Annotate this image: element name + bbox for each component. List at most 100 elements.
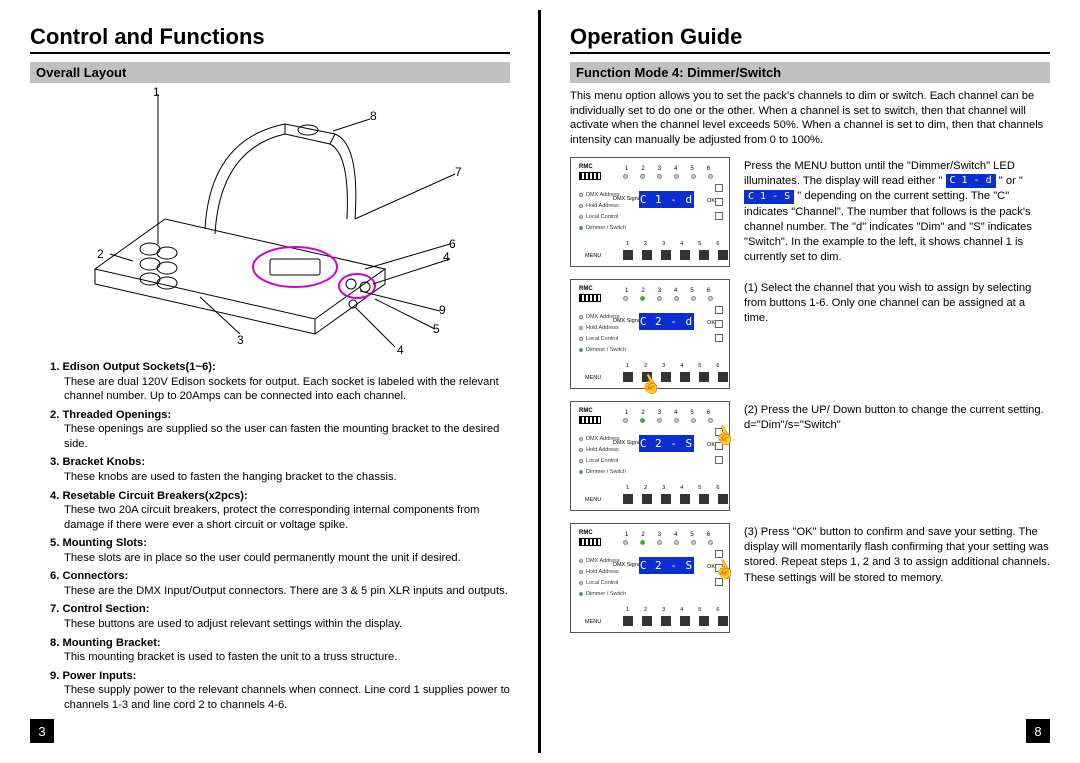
feature-desc: These knobs are used to fasten the hangi… [64,470,510,485]
control-panel: RMC123456DMX AddressHold AddressLocal Co… [570,279,730,389]
step-text: (1) Select the channel that you wish to … [744,279,1050,326]
channel-num: 6 [707,532,710,538]
feature-item: 8. Mounting Bracket:This mounting bracke… [50,636,510,665]
feature-item: 2. Threaded Openings:These openings are … [50,408,510,452]
page-left: Control and Functions Overall Layout [0,0,540,763]
channel-led [708,540,713,545]
brand-label: RMC [579,164,593,170]
channel-button [718,372,728,382]
callout-4a: 4 [397,343,404,357]
step-text: (2) Press the UP/ Down button to change … [744,401,1050,433]
step-row: RMC123456DMX AddressHold AddressLocal Co… [570,523,1050,633]
side-label: Dimmer / Switch [586,347,626,353]
display-chip: C 1 - d [946,174,996,188]
feature-item: 1. Edison Output Sockets(1~6):These are … [50,360,510,404]
brand-label: RMC [579,408,593,414]
step-row: RMC123456DMX AddressHold AddressLocal Co… [570,279,1050,389]
channel-num-row: 123456 [625,288,710,294]
channel-num-bottom: 6 [716,607,719,613]
channel-num: 2 [641,410,644,416]
channel-led [623,418,628,423]
down-button [715,334,723,342]
step-row: RMC123456DMX AddressHold AddressLocal Co… [570,157,1050,267]
channel-led [640,296,645,301]
brand-logo [579,416,601,424]
channel-num-bottom: 2 [644,485,647,491]
channel-num: 1 [625,288,628,294]
intro-text: This menu option allows you to set the p… [570,89,1050,147]
callout-2: 2 [97,247,104,261]
channel-num: 3 [658,532,661,538]
channel-num: 5 [690,166,693,172]
ok-label: OK [707,442,715,448]
channel-led [674,418,679,423]
channel-num-bottom: 5 [698,363,701,369]
side-label: Dimmer / Switch [586,469,626,475]
channel-num-bottom: 6 [716,363,719,369]
feature-item: 5. Mounting Slots:These slots are in pla… [50,536,510,565]
channel-num: 4 [674,532,677,538]
channel-button [661,250,671,260]
callout-4b: 4 [443,250,450,264]
channel-led [623,296,628,301]
down-button [715,456,723,464]
channel-button [680,250,690,260]
feature-label: 4. Resetable Circuit Breakers(x2pcs): [50,490,248,502]
control-panel: RMC123456DMX AddressHold AddressLocal Co… [570,523,730,633]
control-panel: RMC123456DMX AddressHold AddressLocal Co… [570,157,730,267]
step-text: Press the MENU button until the "Dimmer/… [744,157,1050,265]
section-overall-layout: Overall Layout [30,62,510,83]
device-diagram: 1 2 3 4 4 5 6 7 8 9 [55,89,485,354]
page-number-left: 3 [30,719,54,743]
feature-list: 1. Edison Output Sockets(1~6):These are … [50,360,510,712]
channel-num-bottom: 1 [626,607,629,613]
lcd-display: C 2 - S [639,435,694,452]
channel-led [640,174,645,179]
brand-logo [579,172,601,180]
channel-num: 4 [674,410,677,416]
feature-desc: This mounting bracket is used to fasten … [64,650,510,665]
channel-num-bottom: 3 [662,241,665,247]
channel-button [718,616,728,626]
feature-desc: These two 20A circuit breakers, protect … [64,503,510,532]
callout-6: 6 [449,237,456,251]
brand-logo [579,294,601,302]
section-function-mode-4: Function Mode 4: Dimmer/Switch [570,62,1050,83]
brand-logo [579,538,601,546]
channel-led [691,418,696,423]
channel-num: 4 [674,288,677,294]
channel-num-bottom: 6 [716,241,719,247]
led-row [623,418,713,423]
up-button [715,306,723,314]
ok-button [715,198,723,206]
menu-label: MENU [585,375,601,381]
up-button [715,550,723,558]
side-label: Dimmer / Switch [586,591,626,597]
channel-led [657,418,662,423]
channel-button [680,616,690,626]
feature-desc: These slots are in place so the user cou… [64,551,510,566]
channel-num-bottom: 4 [680,363,683,369]
channel-button [718,494,728,504]
channel-button [680,372,690,382]
feature-label: 3. Bracket Knobs: [50,456,145,468]
callout-7: 7 [455,165,462,179]
side-label: Hold Address [586,325,619,331]
feature-desc: These are dual 120V Edison sockets for o… [64,375,510,404]
channel-button [661,616,671,626]
channel-led [640,540,645,545]
channel-button [699,616,709,626]
ok-button [715,320,723,328]
led-row [623,296,713,301]
channel-button [661,372,671,382]
channel-led [708,296,713,301]
page-title-right: Operation Guide [570,24,1050,54]
channel-button [623,372,633,382]
channel-num: 3 [658,288,661,294]
led-row [623,174,713,179]
updown-buttons [715,184,723,220]
feature-label: 6. Connectors: [50,570,128,582]
lcd-display: C 2 - S [639,557,694,574]
feature-label: 8. Mounting Bracket: [50,637,161,649]
callout-5: 5 [433,322,440,336]
